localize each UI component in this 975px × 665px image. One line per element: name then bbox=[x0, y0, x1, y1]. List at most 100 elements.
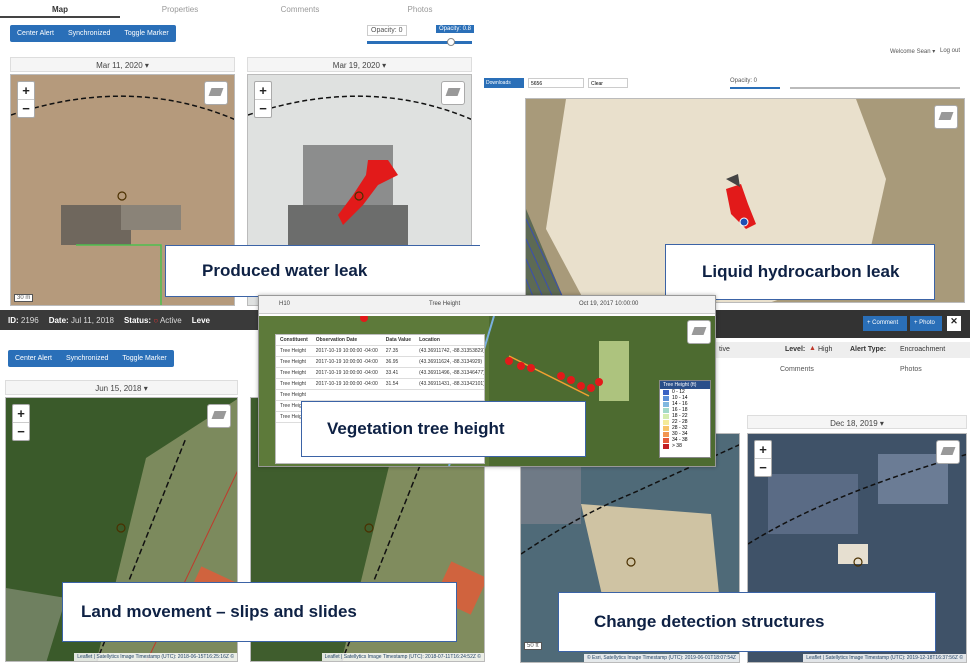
date-selector[interactable]: Jun 15, 2018 ▾ bbox=[5, 380, 238, 395]
id-value: 2196 bbox=[20, 315, 39, 325]
layers-icon[interactable] bbox=[934, 105, 958, 129]
tab-comments[interactable]: Comments bbox=[240, 0, 360, 18]
date-label: Date: bbox=[48, 315, 69, 325]
search-field[interactable]: 5656 bbox=[528, 78, 584, 88]
date-selector-right[interactable]: Mar 19, 2020 ▾ bbox=[247, 57, 472, 72]
scale-bar: 50 ft bbox=[524, 642, 542, 650]
tree-height-legend: Tree Height (ft) 0 - 12 10 - 14 14 - 16 16 … bbox=[659, 380, 711, 458]
filter-select-3[interactable]: Oct 19, 2017 10:00:00 bbox=[579, 301, 638, 307]
layers-icon[interactable] bbox=[207, 404, 231, 428]
middle-panel: H10 Tree Height Oct 19, 2017 10:00:00 Co… bbox=[258, 295, 716, 467]
search-value: 5656 bbox=[531, 81, 543, 87]
status-bar: ID: 2196 Date: Jul 11, 2018 Status: ○ Ac… bbox=[0, 310, 290, 330]
toggle-marker-button[interactable]: Toggle Marker bbox=[115, 350, 173, 367]
date-value: Dec 18, 2019 bbox=[830, 419, 878, 428]
table-row[interactable]: Tree Height 2017-10-19 10:00:00 -04:00 31.… bbox=[276, 378, 484, 390]
attribution: Leaflet | Satellytics Image Timestamp (U… bbox=[74, 653, 237, 661]
layers-icon[interactable] bbox=[936, 440, 960, 464]
date-selector-left[interactable]: Mar 11, 2020 ▾ bbox=[10, 57, 235, 72]
welcome-text[interactable]: Welcome Sean ▾ bbox=[890, 48, 935, 55]
add-comment-button[interactable]: + Comment bbox=[863, 316, 907, 331]
tab-photos[interactable]: Photos bbox=[360, 0, 480, 18]
id-field: ID: 2196 bbox=[8, 316, 39, 325]
tab-properties[interactable]: Properties bbox=[120, 0, 240, 18]
zoom-control: + − bbox=[754, 440, 772, 477]
center-alert-button[interactable]: Center Alert bbox=[8, 350, 59, 367]
layers-icon[interactable] bbox=[687, 320, 711, 344]
filter-select-2[interactable]: Tree Height bbox=[429, 301, 460, 307]
zoom-out-button[interactable]: − bbox=[18, 99, 34, 117]
clear-button[interactable]: Clear bbox=[588, 78, 628, 88]
date-selector[interactable]: Dec 18, 2019 ▾ bbox=[747, 415, 967, 429]
legend-item: > 38 bbox=[660, 443, 710, 449]
zoom-in-button[interactable]: + bbox=[18, 82, 34, 99]
table-row[interactable]: Tree Height 2017-10-19 10:00:00 -04:00 33.… bbox=[276, 367, 484, 379]
date-field: Date: Jul 11, 2018 bbox=[49, 316, 114, 325]
attribution: © Esri, Satellytics Image Timestamp (UTC… bbox=[583, 654, 739, 662]
opacity-slider[interactable] bbox=[367, 38, 472, 46]
timeline-slider[interactable] bbox=[790, 87, 960, 89]
tab-photos[interactable]: Photos bbox=[900, 366, 922, 373]
id-label: ID: bbox=[8, 315, 19, 325]
top-left-panel: Map Properties Comments Photos Center Al… bbox=[0, 0, 480, 330]
opacity-handle[interactable] bbox=[447, 38, 455, 46]
label-vegetation-tree-height: Vegetation tree height bbox=[301, 401, 586, 457]
column-header: Constituent bbox=[276, 335, 312, 346]
cell: 31.54 bbox=[381, 378, 416, 390]
legend-rows: 0 - 12 10 - 14 14 - 16 16 - 18 18 - 22 22 - 2… bbox=[660, 389, 710, 449]
tab-map[interactable]: Map bbox=[0, 0, 120, 18]
legend-swatch bbox=[663, 431, 669, 437]
attribution: Leaflet | Satellytics Image Timestamp (U… bbox=[321, 653, 484, 661]
cell: 2017-10-19 10:00:00 -04:00 bbox=[311, 367, 382, 379]
layers-icon[interactable] bbox=[204, 81, 228, 105]
filter-select-1-value: H10 bbox=[279, 301, 291, 307]
alert-type-label: Alert Type: bbox=[850, 346, 887, 353]
level-label: Leve bbox=[191, 315, 210, 325]
table-row[interactable]: Tree Height 2017-10-19 10:00:00 -04:00 27.… bbox=[276, 345, 484, 357]
cell: (43.36911624, -88.3134929) bbox=[415, 356, 484, 368]
zoom-out-button[interactable]: − bbox=[13, 422, 29, 440]
add-photo-button[interactable]: + Photo bbox=[910, 316, 942, 331]
filter-select-1[interactable]: H10 bbox=[279, 301, 290, 307]
opacity-slider[interactable] bbox=[730, 87, 780, 89]
status-value-partial: tive bbox=[719, 346, 730, 353]
date-right-value: Mar 19, 2020 bbox=[332, 61, 380, 70]
scale-bar: 30 m bbox=[14, 294, 34, 302]
alert-type-value: Encroachment bbox=[900, 346, 946, 353]
legend-swatch bbox=[663, 419, 669, 425]
add-photo-label: + Photo bbox=[914, 320, 935, 326]
level-alert-icon: ▲ bbox=[809, 345, 816, 352]
label-text: Vegetation tree height bbox=[327, 419, 505, 438]
downloads-label: Downloads bbox=[486, 80, 511, 86]
zoom-in-button[interactable]: + bbox=[755, 441, 771, 458]
layers-icon[interactable] bbox=[441, 81, 465, 105]
status-value: Active bbox=[159, 315, 182, 325]
zoom-out-button[interactable]: − bbox=[255, 99, 271, 117]
logout-link[interactable]: Log out bbox=[940, 48, 960, 54]
legend-swatch bbox=[663, 443, 669, 449]
downloads-button[interactable]: Downloads bbox=[484, 78, 524, 88]
toggle-marker-button[interactable]: Toggle Marker bbox=[117, 25, 175, 42]
cell: 27.35 bbox=[381, 345, 416, 357]
zoom-in-button[interactable]: + bbox=[255, 82, 271, 99]
table-row[interactable]: Tree Height 2017-10-19 10:00:00 -04:00 36.… bbox=[276, 356, 484, 368]
center-alert-button[interactable]: Center Alert bbox=[10, 25, 61, 42]
clear-label: Clear bbox=[591, 81, 603, 87]
cell: Tree Height bbox=[276, 367, 312, 379]
zoom-in-button[interactable]: + bbox=[13, 405, 29, 422]
map-controls: Center Alert Synchronized Toggle Marker bbox=[8, 350, 174, 367]
tab-comments[interactable]: Comments bbox=[780, 366, 814, 373]
column-header: Observation Date bbox=[311, 335, 382, 346]
cell: 2017-10-19 10:00:00 -04:00 bbox=[311, 345, 382, 357]
synchronized-button[interactable]: Synchronized bbox=[61, 25, 117, 42]
column-header: Location bbox=[415, 335, 484, 346]
zoom-out-button[interactable]: − bbox=[755, 458, 771, 476]
cell: 2017-10-19 10:00:00 -04:00 bbox=[311, 378, 382, 390]
cell: (43.36911431, -88.31342101) bbox=[415, 378, 484, 390]
synchronized-button[interactable]: Synchronized bbox=[59, 350, 115, 367]
legend-swatch bbox=[663, 401, 669, 407]
close-button[interactable]: ✕ bbox=[947, 316, 961, 331]
table-row[interactable]: Tree Height bbox=[276, 389, 484, 401]
cell: (43.36911496, -88.31346477) bbox=[415, 367, 484, 379]
label-produced-water-leak: Produced water leak bbox=[165, 245, 480, 297]
